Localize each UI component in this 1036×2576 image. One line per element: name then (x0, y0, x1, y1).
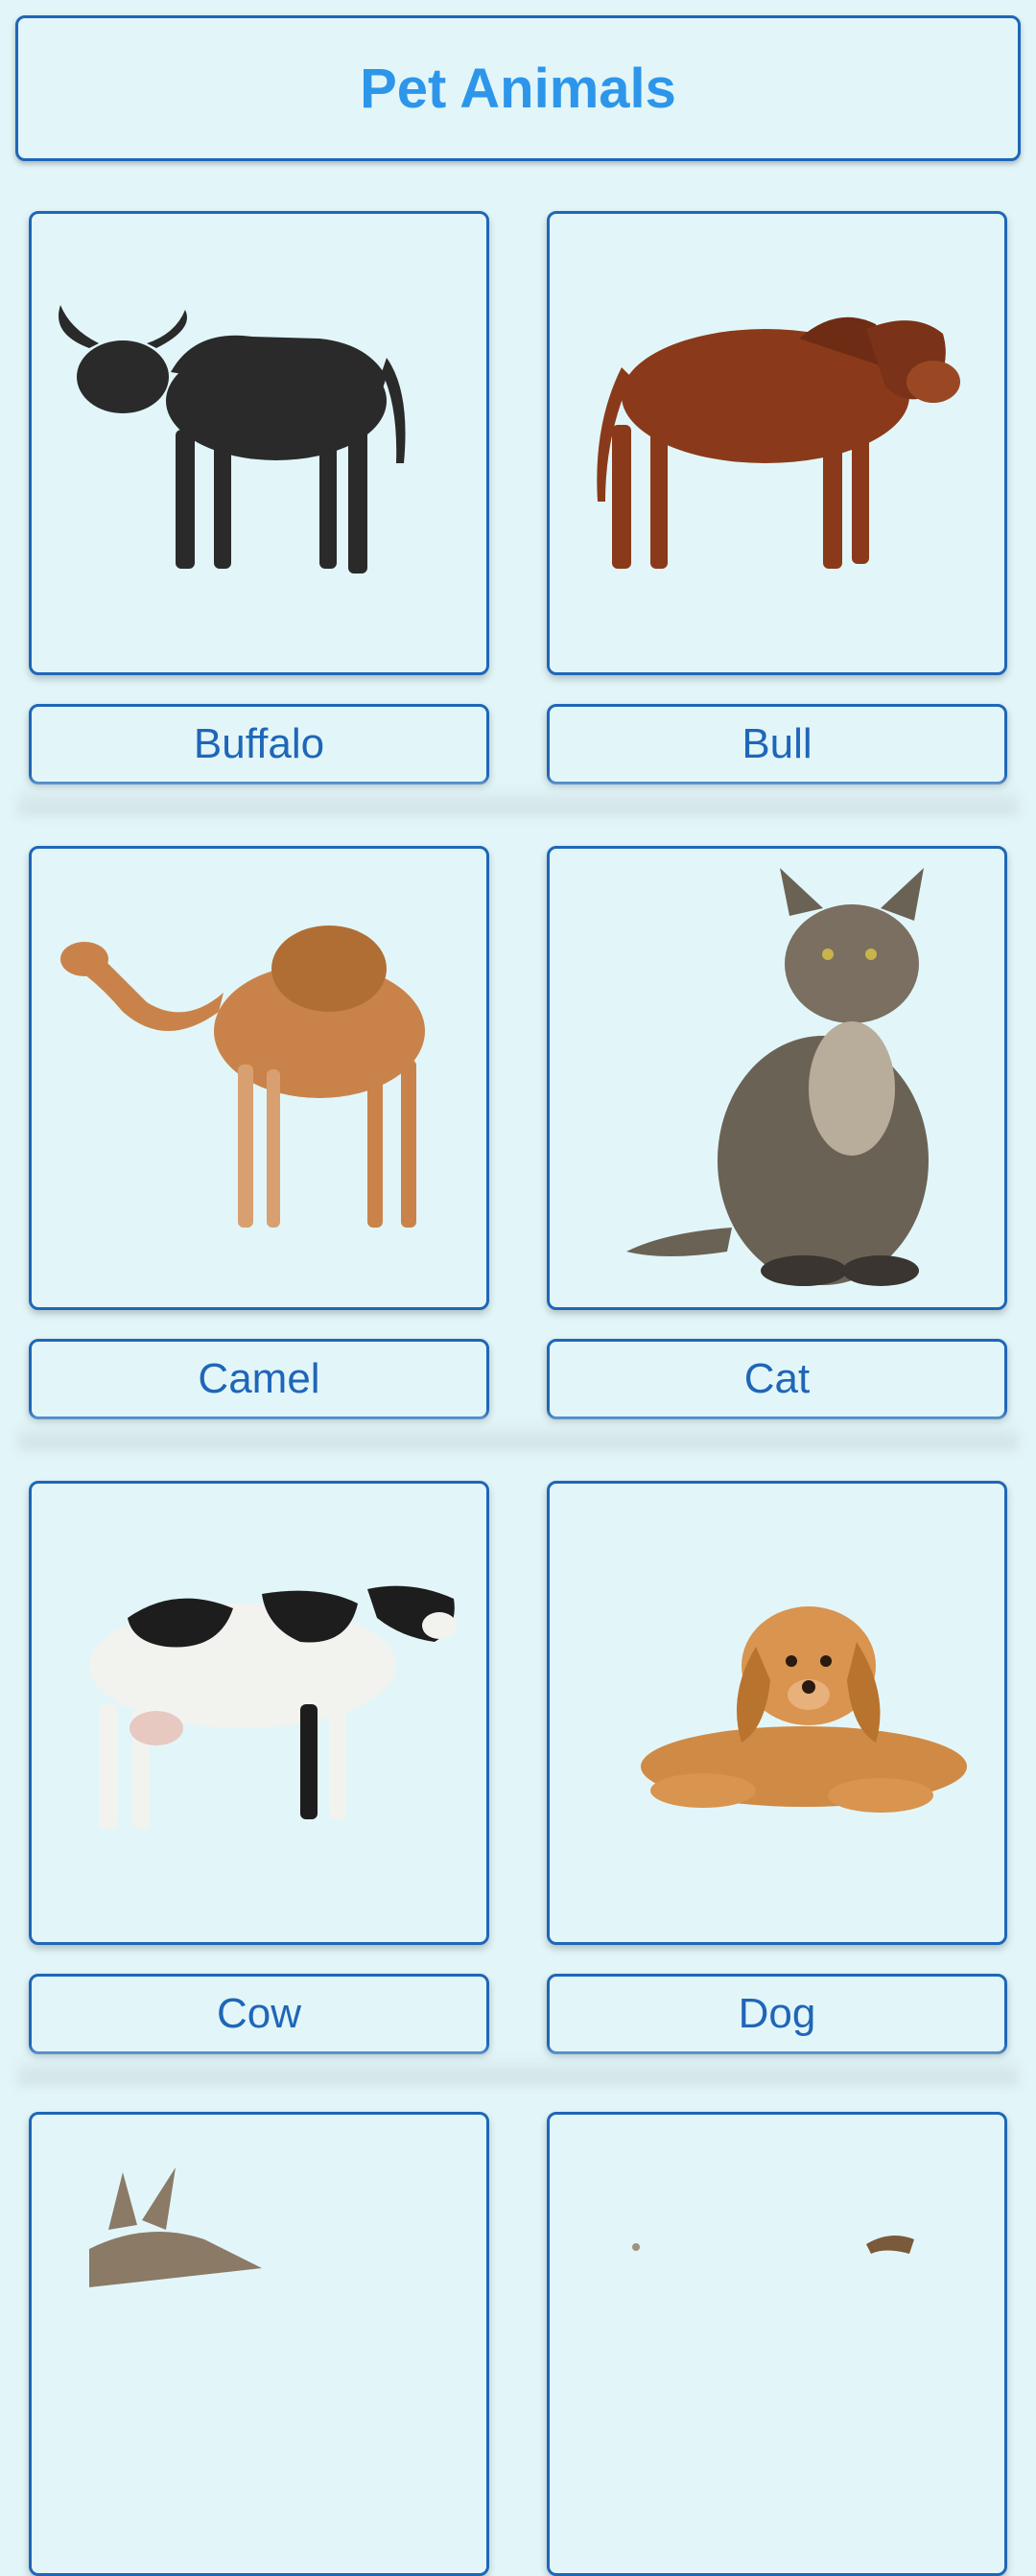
animal-card-camel[interactable] (29, 846, 489, 1310)
goat-icon (632, 2236, 914, 2254)
row-divider (17, 2054, 1019, 2085)
animal-label: Dog (738, 1990, 816, 2037)
buffalo-icon (59, 305, 406, 574)
animal-card-cow[interactable] (29, 1481, 489, 1945)
row-divider (17, 1419, 1019, 1450)
animal-button-dog[interactable]: Dog (547, 1974, 1007, 2054)
animal-label: Buffalo (193, 720, 325, 767)
animal-card-bull[interactable] (547, 211, 1007, 675)
animal-card-goat[interactable] (547, 2112, 1007, 2576)
animal-label: Cow (216, 1990, 302, 2037)
row-1: Buffalo Bull (0, 199, 1036, 815)
animal-label: Bull (742, 720, 812, 767)
cow-icon (89, 1585, 457, 1829)
animal-button-buffalo[interactable]: Buffalo (29, 704, 489, 785)
animal-label: Cat (743, 1355, 811, 1402)
bull-icon (597, 316, 960, 569)
animal-button-camel[interactable]: Camel (29, 1339, 489, 1419)
row-divider (17, 785, 1019, 815)
animal-label: Camel (198, 1355, 320, 1402)
row-2: Camel Cat (0, 834, 1036, 1450)
animal-button-bull[interactable]: Bull (547, 704, 1007, 785)
page-title: Pet Animals (360, 57, 676, 120)
animal-card-cat[interactable] (547, 846, 1007, 1310)
animal-button-cat[interactable]: Cat (547, 1339, 1007, 1419)
dog-icon (641, 1606, 967, 1813)
cat-icon (626, 868, 929, 1286)
row-3: Cow Dog (0, 1469, 1036, 2085)
camel-icon (60, 925, 425, 1228)
animal-button-cow[interactable]: Cow (29, 1974, 489, 2054)
animal-card-buffalo[interactable] (29, 211, 489, 675)
animal-card-donkey[interactable] (29, 2112, 489, 2576)
app-header: Pet Animals (15, 15, 1021, 161)
donkey-icon (89, 2167, 262, 2287)
animal-card-dog[interactable] (547, 1481, 1007, 1945)
